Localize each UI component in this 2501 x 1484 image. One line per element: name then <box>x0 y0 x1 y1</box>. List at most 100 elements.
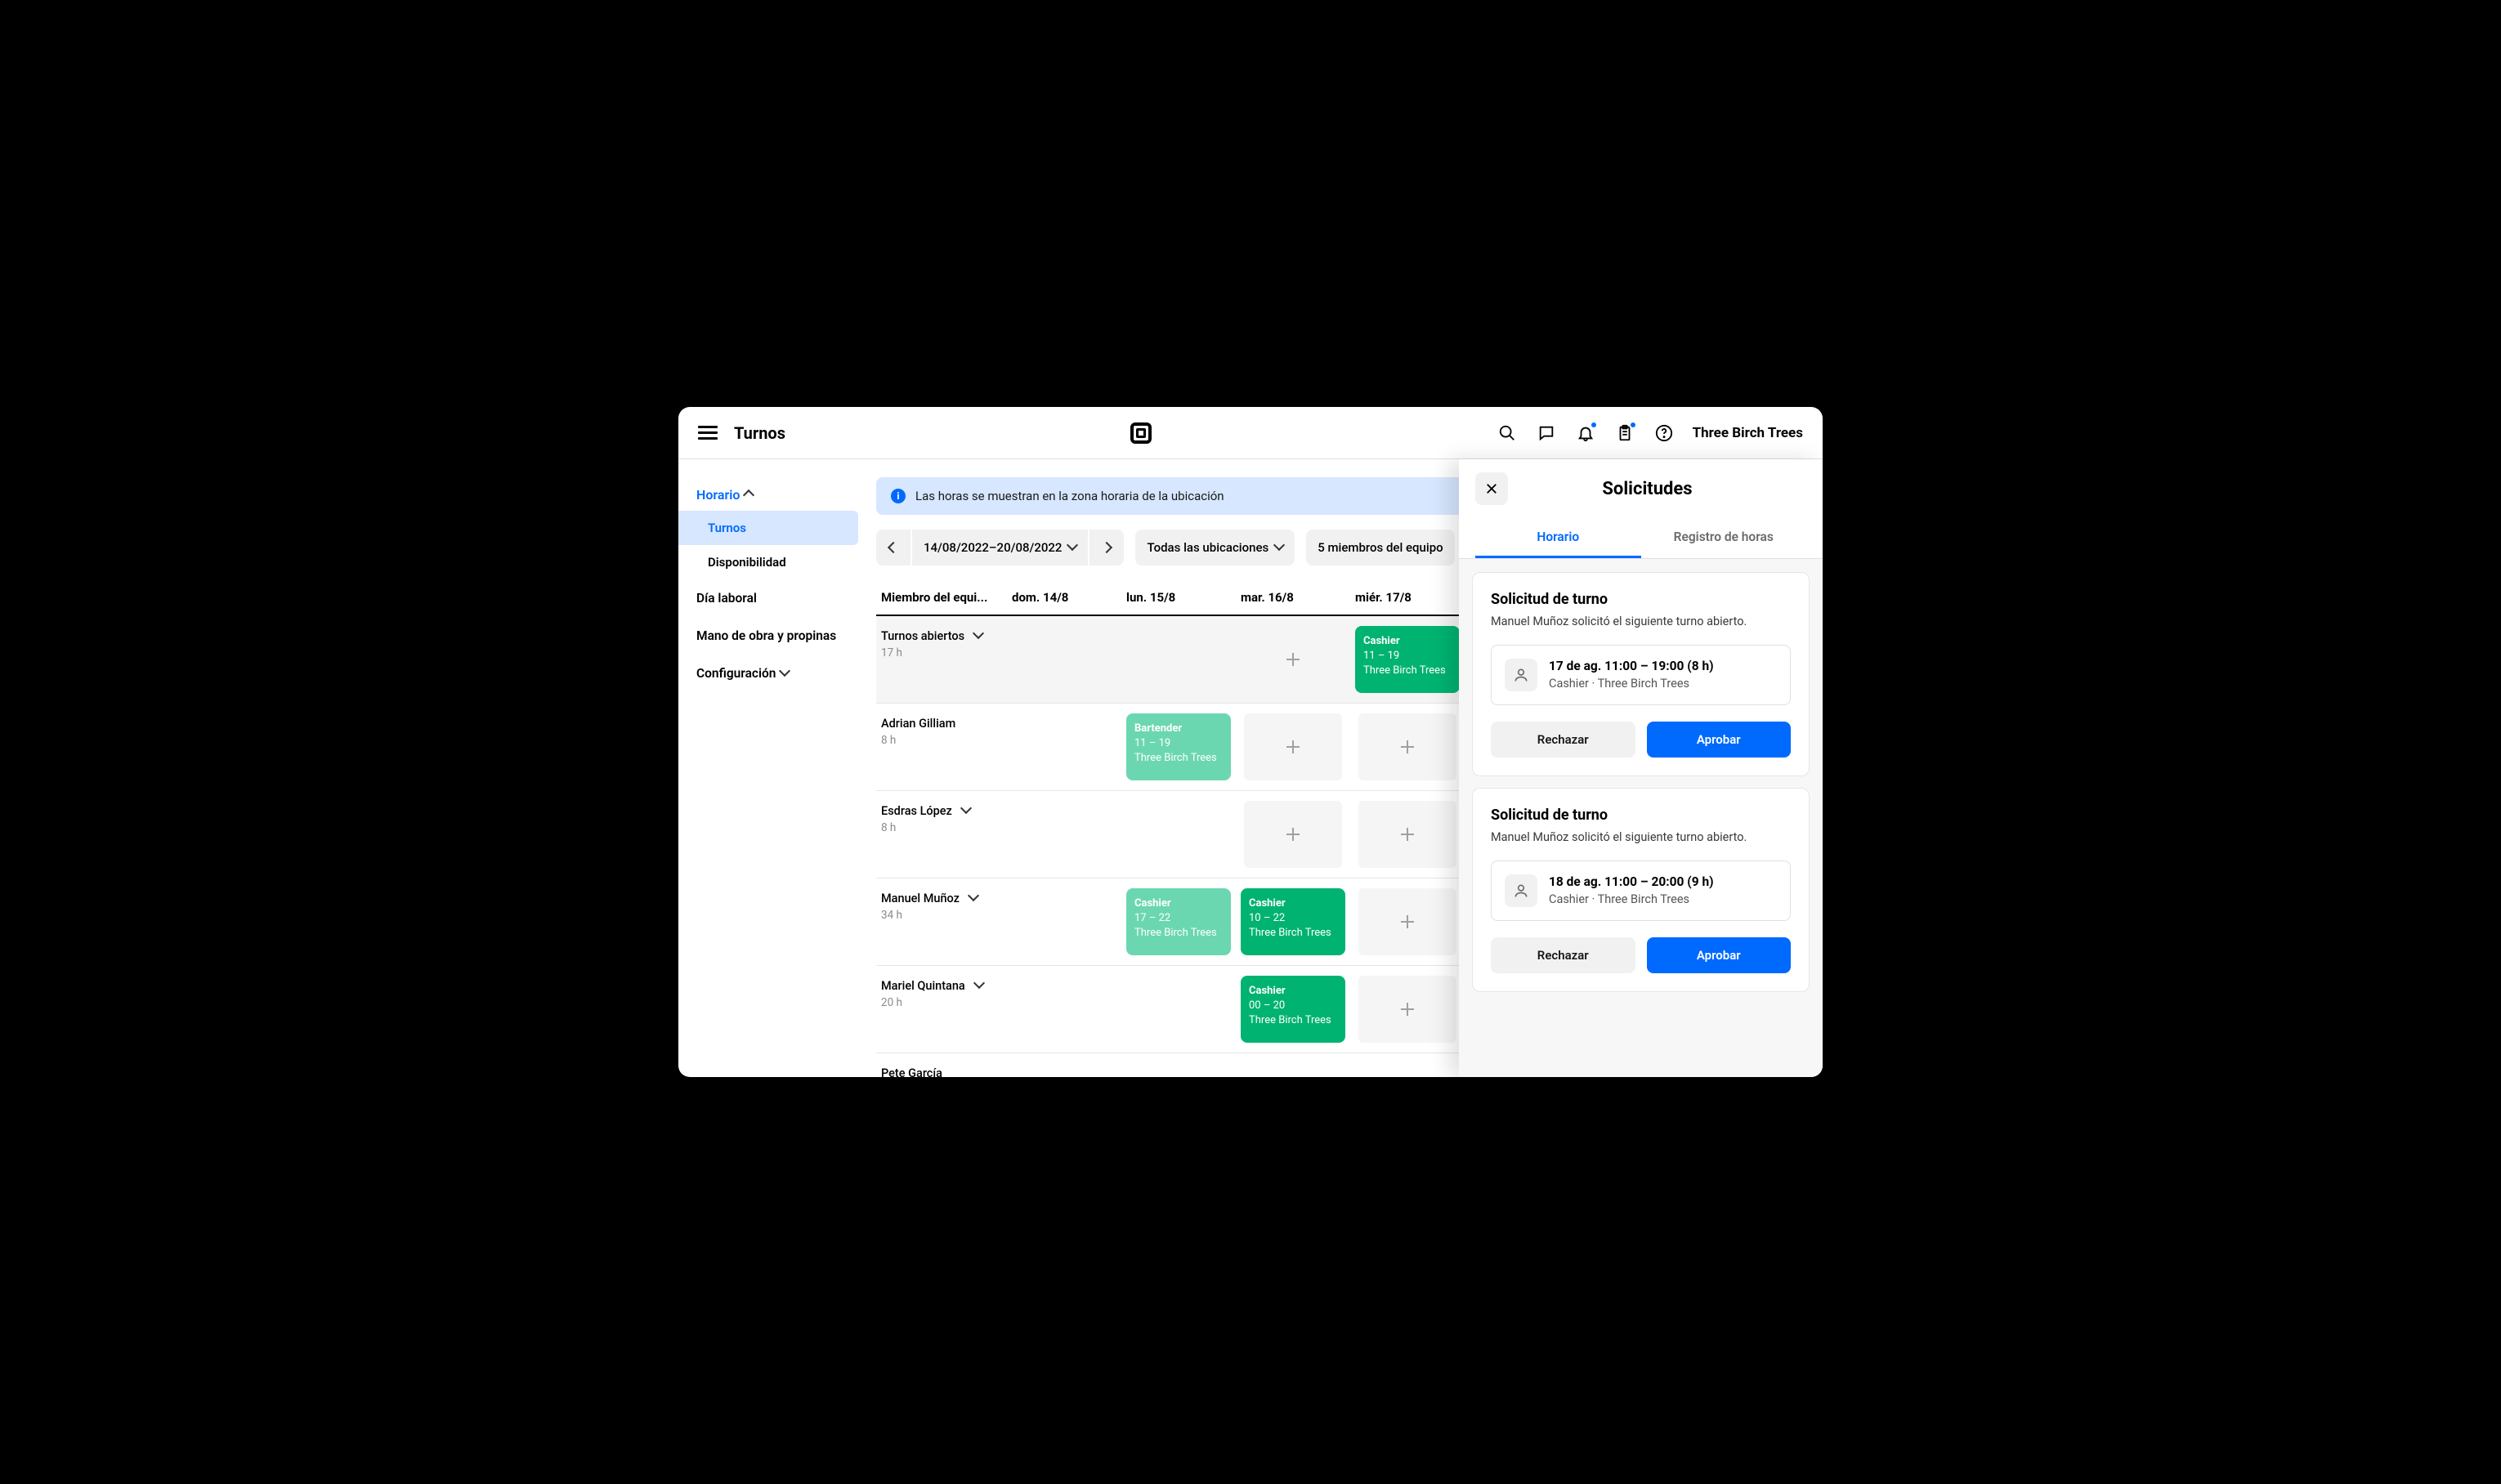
add-shift-button[interactable] <box>1358 801 1456 868</box>
search-icon[interactable] <box>1497 422 1518 444</box>
date-range-picker[interactable]: 14/08/2022–20/08/2022 <box>910 530 1089 565</box>
chevron-down-icon[interactable] <box>969 892 978 905</box>
location-filter[interactable]: Todas las ubicaciones <box>1135 530 1295 565</box>
bell-icon[interactable] <box>1575 422 1596 444</box>
nav-item-turnos[interactable]: Turnos <box>678 511 858 545</box>
schedule-cell <box>1007 966 1121 1053</box>
add-shift-button[interactable] <box>1244 801 1342 868</box>
add-shift-button[interactable] <box>1358 888 1456 955</box>
schedule-cell <box>1007 791 1121 878</box>
request-role-loc: Cashier · Three Birch Trees <box>1549 892 1714 906</box>
nav-item-dia-laboral[interactable]: Día laboral <box>678 579 858 617</box>
schedule-cell <box>1236 704 1350 790</box>
plus-icon <box>1401 915 1414 928</box>
chevron-down-icon <box>781 666 789 681</box>
member-name: Turnos abiertos <box>881 629 1002 643</box>
panel-title: Solicitudes <box>1521 479 1806 499</box>
nav-item-mano-de-obra[interactable]: Mano de obra y propinas <box>678 617 858 655</box>
member-hours: 8 h <box>881 734 1002 747</box>
schedule-cell <box>1121 616 1236 703</box>
member-name: Pete García <box>881 1066 1002 1077</box>
member-name: Mariel Quintana <box>881 979 1002 993</box>
shift-location: Three Birch Trees <box>1249 926 1337 941</box>
member-hours: 17 h <box>881 646 1002 659</box>
request-shift-box: 18 de ag. 11:00 – 20:00 (9 h) Cashier · T… <box>1491 860 1791 921</box>
member-hours: 20 h <box>881 996 1002 1009</box>
page-title: Turnos <box>734 423 785 443</box>
request-card: Solicitud de turno Manuel Muñoz solicitó … <box>1472 788 1810 992</box>
schedule-cell: Cashier10 – 22Three Birch Trees <box>1236 878 1350 965</box>
shift-time: 17 – 22 <box>1134 911 1223 926</box>
nav-item-disponibilidad[interactable]: Disponibilidad <box>678 545 858 579</box>
chevron-down-icon[interactable] <box>974 629 982 643</box>
tab-horario[interactable]: Horario <box>1475 518 1641 558</box>
add-shift-button[interactable] <box>1244 713 1342 780</box>
member-hours: 34 h <box>881 909 1002 922</box>
shift-card[interactable]: Cashier11 – 19Three Birch Trees <box>1355 626 1460 693</box>
add-shift-button[interactable] <box>1358 713 1456 780</box>
schedule-cell <box>1350 704 1465 790</box>
chevron-down-icon[interactable] <box>975 979 983 993</box>
close-button[interactable] <box>1475 472 1508 505</box>
shift-card[interactable]: Bartender11 – 19Three Birch Trees <box>1126 713 1231 780</box>
request-when: 18 de ag. 11:00 – 20:00 (9 h) <box>1549 874 1714 889</box>
sidebar: Horario Turnos Disponibilidad Día labora… <box>678 459 858 1077</box>
request-when: 17 de ag. 11:00 – 19:00 (8 h) <box>1549 659 1714 673</box>
request-title: Solicitud de turno <box>1491 807 1791 824</box>
request-desc: Manuel Muñoz solicitó el siguiente turno… <box>1491 615 1791 628</box>
row-label: Pete García0 min <box>876 1053 1007 1077</box>
row-label: Esdras López8 h <box>876 791 1007 878</box>
user-icon <box>1505 874 1537 907</box>
info-icon: i <box>891 489 906 503</box>
approve-button[interactable]: Aprobar <box>1647 722 1792 758</box>
row-label: Turnos abiertos 17 h <box>876 616 1007 703</box>
help-icon[interactable] <box>1653 422 1675 444</box>
schedule-cell <box>1121 1053 1236 1077</box>
schedule-cell <box>1350 878 1465 965</box>
member-name: Manuel Muñoz <box>881 892 1002 905</box>
add-shift-button[interactable] <box>1358 976 1456 1043</box>
request-desc: Manuel Muñoz solicitó el siguiente turno… <box>1491 830 1791 844</box>
nav-group-horario[interactable]: Horario <box>678 479 858 511</box>
notification-dot <box>1590 421 1598 429</box>
col-day: lun. 15/8 <box>1121 580 1236 615</box>
chevron-down-icon <box>1068 540 1076 555</box>
clipboard-icon[interactable] <box>1614 422 1635 444</box>
schedule-cell: Cashier17 – 22Three Birch Trees <box>1121 878 1236 965</box>
next-week-button[interactable] <box>1089 530 1124 565</box>
shift-card[interactable]: Cashier10 – 22Three Birch Trees <box>1241 888 1345 955</box>
approve-button[interactable]: Aprobar <box>1647 937 1792 973</box>
tab-registro[interactable]: Registro de horas <box>1641 518 1807 558</box>
shift-card[interactable]: Cashier00 – 20Three Birch Trees <box>1241 976 1345 1043</box>
schedule-cell <box>1121 966 1236 1053</box>
row-label: Adrian Gilliam8 h <box>876 704 1007 790</box>
plus-icon <box>1286 828 1300 841</box>
shift-role: Cashier <box>1249 984 1337 999</box>
reject-button[interactable]: Rechazar <box>1491 937 1635 973</box>
reject-button[interactable]: Rechazar <box>1491 722 1635 758</box>
chevron-down-icon[interactable] <box>962 804 970 818</box>
shift-time: 11 – 19 <box>1134 736 1223 751</box>
schedule-cell <box>1350 791 1465 878</box>
plus-icon <box>1401 740 1414 753</box>
request-title: Solicitud de turno <box>1491 591 1791 608</box>
chat-icon[interactable] <box>1536 422 1557 444</box>
org-name[interactable]: Three Birch Trees <box>1693 425 1803 441</box>
schedule-cell <box>1007 878 1121 965</box>
plus-icon <box>1286 653 1300 666</box>
shift-card[interactable]: Cashier17 – 22Three Birch Trees <box>1126 888 1231 955</box>
schedule-cell <box>1007 616 1121 703</box>
members-filter[interactable]: 5 miembros del equipo <box>1306 530 1454 565</box>
menu-button[interactable] <box>698 423 718 443</box>
row-label: Manuel Muñoz 34 h <box>876 878 1007 965</box>
schedule-cell: Bartender11 – 19Three Birch Trees <box>1121 704 1236 790</box>
shift-role: Cashier <box>1363 634 1452 649</box>
prev-week-button[interactable] <box>876 530 910 565</box>
shift-location: Three Birch Trees <box>1134 926 1223 941</box>
request-card: Solicitud de turno Manuel Muñoz solicitó … <box>1472 572 1810 776</box>
schedule-cell <box>1007 704 1121 790</box>
request-shift-box: 17 de ag. 11:00 – 19:00 (8 h)Cashier · T… <box>1491 645 1791 705</box>
nav-item-configuracion[interactable]: Configuración <box>678 655 858 692</box>
add-shift-button[interactable] <box>1244 626 1342 693</box>
row-label: Mariel Quintana 20 h <box>876 966 1007 1053</box>
